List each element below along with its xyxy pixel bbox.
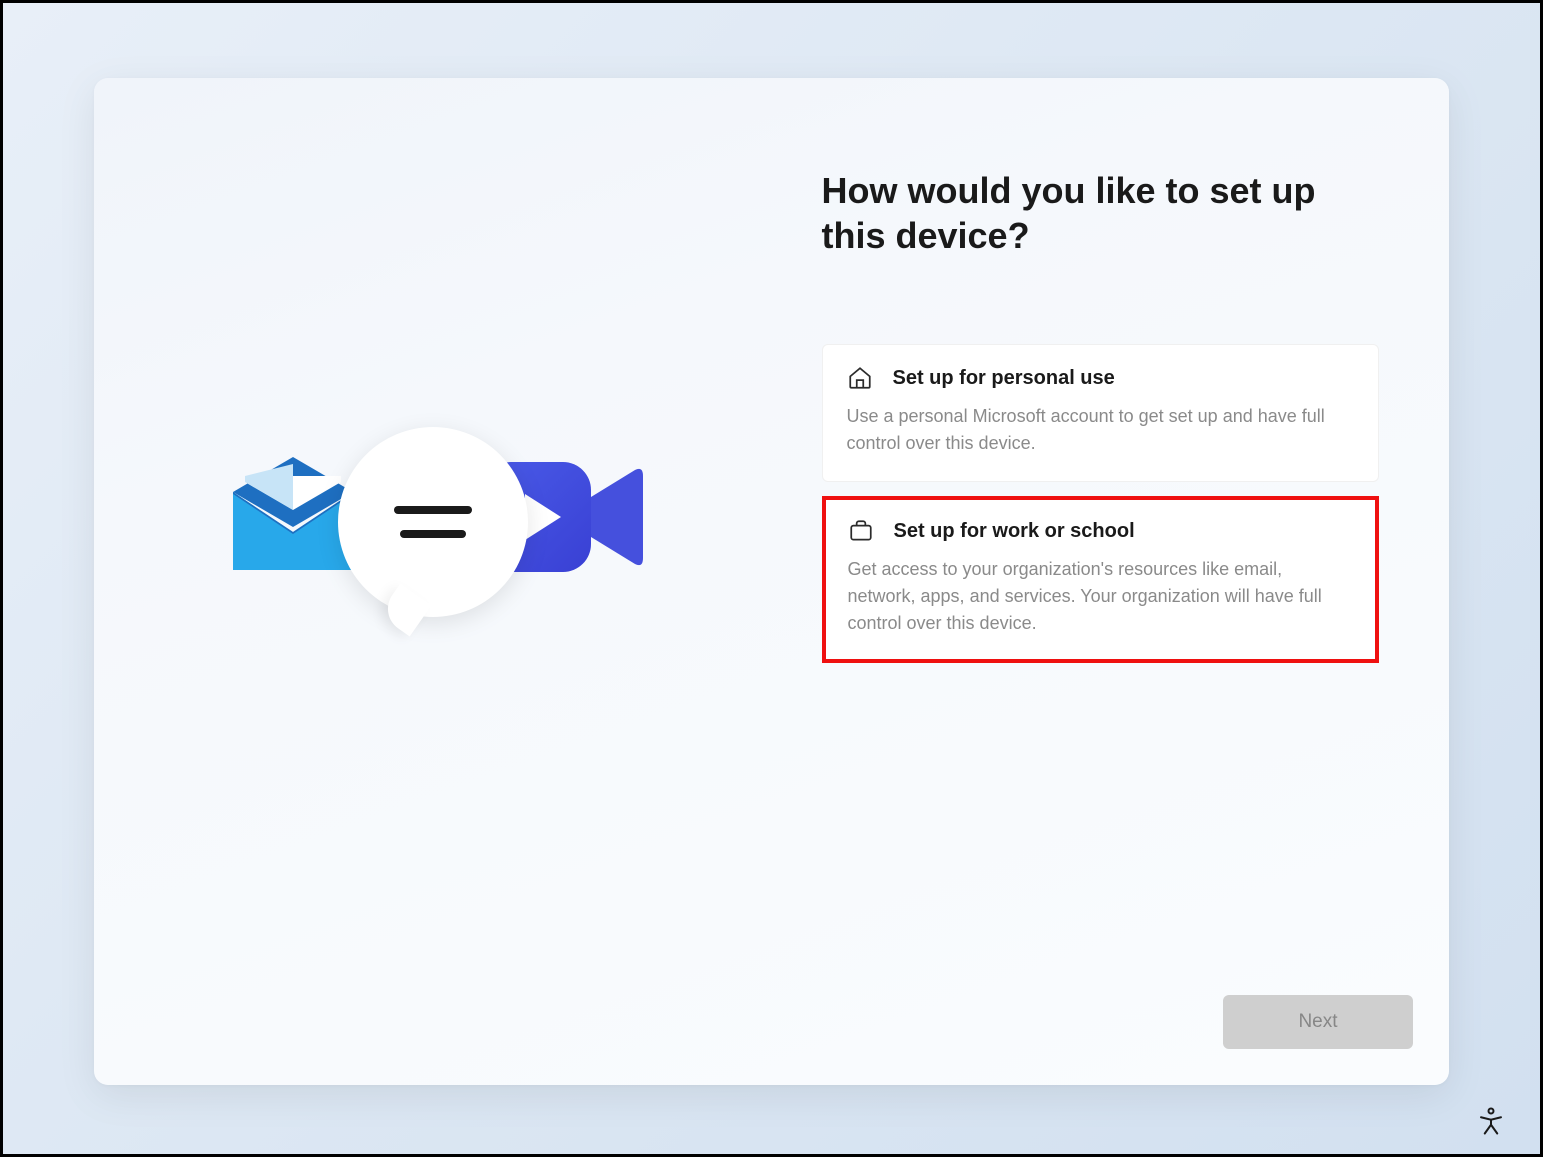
setup-card: How would you like to set up this device… (94, 78, 1449, 1085)
oobe-background: How would you like to set up this device… (3, 3, 1540, 1154)
next-button[interactable]: Next (1223, 995, 1413, 1049)
option-title: Set up for work or school (894, 520, 1135, 543)
option-description: Get access to your organization's resour… (848, 556, 1354, 637)
briefcase-icon (848, 518, 874, 544)
option-title: Set up for personal use (893, 367, 1115, 390)
illustration-pane (94, 78, 772, 1085)
page-title: How would you like to set up this device… (822, 168, 1380, 258)
option-work-school[interactable]: Set up for work or school Get access to … (822, 496, 1380, 663)
home-icon (847, 365, 873, 391)
option-description: Use a personal Microsoft account to get … (847, 403, 1355, 457)
content-pane: How would you like to set up this device… (772, 78, 1450, 1085)
accessibility-icon[interactable] (1476, 1106, 1506, 1136)
option-personal-use[interactable]: Set up for personal use Use a personal M… (822, 344, 1380, 482)
setup-illustration (223, 427, 643, 637)
chat-bubble-icon (338, 427, 528, 617)
